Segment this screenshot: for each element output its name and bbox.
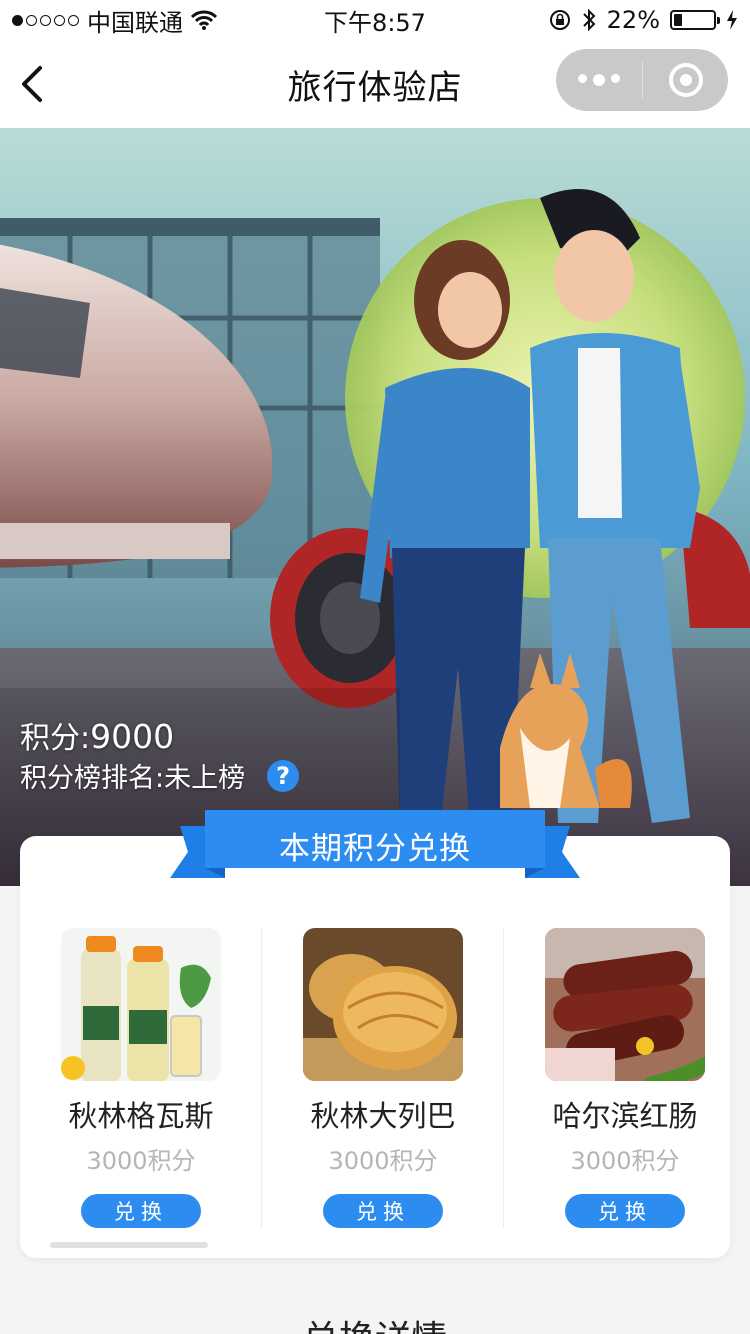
product-image-sausage[interactable] <box>545 928 705 1081</box>
product-price: 3000积分 <box>328 1146 438 1175</box>
product-image-kvass[interactable] <box>61 928 221 1081</box>
more-button[interactable] <box>556 74 642 86</box>
help-icon[interactable]: ? <box>267 759 300 792</box>
more-dots-icon <box>578 74 587 83</box>
product-image-bread[interactable] <box>303 928 463 1081</box>
nav-bar: 旅行体验店 <box>0 40 750 128</box>
exchange-details-title: 兑换详情 <box>0 1310 750 1334</box>
carrier-label: 中国联通 <box>87 8 183 37</box>
points-display: 积分:9000 <box>20 713 174 757</box>
product-card[interactable]: 哈尔滨红肠 3000积分 兑换 <box>504 928 746 1228</box>
rotation-lock-icon <box>549 10 570 30</box>
hero-banner: 积分:9000 积分榜排名:未上榜 ? <box>0 128 750 886</box>
product-name: 秋林大列巴 <box>310 1098 456 1133</box>
product-price: 3000积分 <box>86 1146 196 1175</box>
product-card[interactable]: 秋林大列巴 3000积分 兑换 <box>262 928 504 1228</box>
product-name: 哈尔滨红肠 <box>552 1098 698 1133</box>
status-bar: 中国联通 下午8:57 22% <box>0 0 750 40</box>
product-card[interactable]: 秋林格瓦斯 3000积分 兑换 <box>20 928 262 1228</box>
close-button[interactable] <box>643 63 728 97</box>
exchange-title: 本期积分兑换 <box>279 830 471 867</box>
bluetooth-icon <box>582 8 596 32</box>
charging-icon <box>727 10 737 30</box>
exchange-button[interactable]: 兑换 <box>81 1193 201 1228</box>
exchange-button[interactable]: 兑换 <box>565 1193 685 1228</box>
product-price: 3000积分 <box>570 1146 680 1175</box>
battery-icon <box>670 10 720 30</box>
back-button[interactable] <box>18 60 58 108</box>
points-value: 9000 <box>90 717 175 756</box>
battery-percent: 22% <box>606 6 660 34</box>
page: 中国联通 下午8:57 22% 旅行体验店 积分:9000 积分榜排名:未上榜 … <box>0 0 750 1334</box>
miniprogram-capsule <box>556 49 728 111</box>
status-left: 中国联通 <box>12 3 549 38</box>
product-list: 秋林格瓦斯 3000积分 兑换 秋林大列巴 3000积分 兑换 哈尔滨红肠 30… <box>20 928 730 1228</box>
horizontal-scroll-indicator[interactable] <box>50 1242 208 1248</box>
points-label: 积分: <box>20 721 91 756</box>
exchange-button[interactable]: 兑换 <box>323 1193 443 1228</box>
signal-dots-icon <box>12 14 79 26</box>
close-ring-icon <box>668 63 703 97</box>
back-arrow-icon <box>22 66 42 102</box>
rank-display: 积分榜排名:未上榜 ? <box>20 756 300 795</box>
page-title: 旅行体验店 <box>287 67 463 108</box>
product-name: 秋林格瓦斯 <box>68 1098 214 1133</box>
status-right: 22% <box>549 6 738 34</box>
exchange-card: 本期积分兑换 秋林格瓦斯 3000积分 兑换 秋林大列巴 3000积分 兑换 哈… <box>20 810 730 1258</box>
rank-label: 积分榜排名:未上榜 <box>20 763 246 794</box>
wifi-icon <box>191 10 217 30</box>
